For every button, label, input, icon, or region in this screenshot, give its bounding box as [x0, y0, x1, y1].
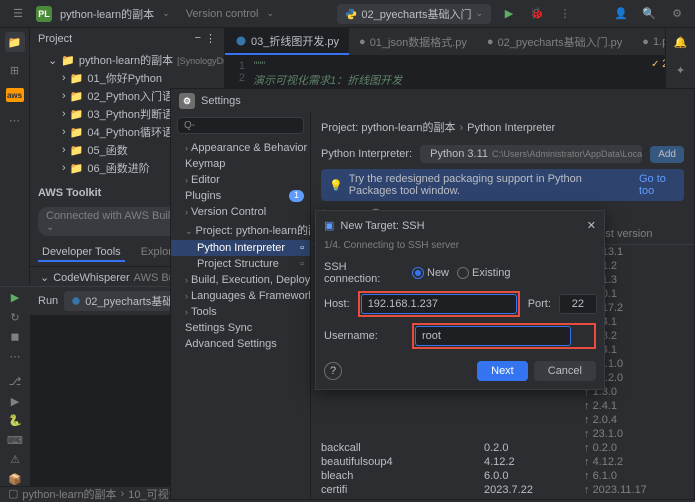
- host-label: Host:: [324, 298, 350, 310]
- editor-tab[interactable]: 03_折线图开发.py: [225, 28, 349, 55]
- problems-icon[interactable]: ⚠: [5, 453, 25, 467]
- lightbulb-icon: 💡: [329, 179, 343, 192]
- username-label: Username:: [324, 330, 404, 342]
- host-input[interactable]: [361, 294, 517, 314]
- more-icon[interactable]: ⋮: [555, 4, 575, 24]
- tree-root[interactable]: ⌄📁python-learn的副本[SynologyDrive\练习: [30, 51, 224, 69]
- cancel-button[interactable]: Cancel: [534, 361, 596, 381]
- package-row[interactable]: certifi2023.7.222023.11.17: [311, 483, 694, 497]
- port-input[interactable]: [559, 294, 597, 314]
- settings-tree-panel: Q- ›Appearance & Behavior Keymap ›Editor…: [171, 113, 311, 499]
- radio-new[interactable]: New: [412, 267, 449, 279]
- run-icon[interactable]: ▶: [5, 291, 25, 305]
- tree-folder[interactable]: ›📁01_你好Python: [30, 69, 224, 87]
- settings-title: Settings: [201, 95, 241, 107]
- settings-item[interactable]: Settings Sync: [171, 320, 310, 336]
- structure-icon[interactable]: ⊞: [5, 60, 25, 80]
- settings-item[interactable]: ›Build, Execution, Deployment: [171, 272, 310, 288]
- settings-item[interactable]: Keymap: [171, 156, 310, 172]
- git-icon[interactable]: ⎇: [5, 375, 25, 389]
- python-console-icon[interactable]: 🐍: [5, 414, 25, 428]
- package-row[interactable]: cffi1.15.11.16.0: [311, 497, 694, 499]
- settings-item[interactable]: ›Editor: [171, 172, 310, 188]
- run-button[interactable]: ▶: [499, 4, 519, 24]
- python-icon: [345, 8, 357, 20]
- debug-button[interactable]: 🐞: [527, 4, 547, 24]
- ssh-target-dialog: ▣ New Target: SSH ✕ 1/4. Connecting to S…: [315, 210, 605, 390]
- settings-item[interactable]: ⌄Project: python-learn的副本 ▫: [171, 220, 310, 240]
- chevron-down-icon[interactable]: ⌄: [266, 8, 274, 19]
- sidebar-title: Project: [38, 33, 72, 45]
- add-user-icon[interactable]: 👤: [611, 4, 631, 24]
- settings-search[interactable]: Q-: [177, 117, 304, 134]
- settings-icon: ⚙: [179, 93, 195, 109]
- package-row[interactable]: bleach6.0.06.1.0: [311, 469, 694, 483]
- ssh-icon: ▣: [324, 219, 334, 232]
- breadcrumb: Project: python-learn的副本›Python Interpre…: [311, 113, 694, 141]
- username-input[interactable]: [415, 326, 571, 346]
- editor-tab[interactable]: ●02_pyecharts基础入门.py: [477, 28, 632, 55]
- dots-icon[interactable]: ⋯: [5, 350, 25, 364]
- interpreter-select[interactable]: Python 3.11 C:\Users\Administrator\AppDa…: [420, 145, 642, 163]
- run-label: Run: [38, 295, 58, 307]
- tip-link[interactable]: Go to too: [639, 173, 676, 197]
- radio-existing[interactable]: Existing: [457, 267, 511, 279]
- run-config-selector[interactable]: 02_pyecharts基础入门 ⌄: [337, 4, 491, 24]
- status-path[interactable]: python-learn的副本: [22, 486, 116, 502]
- package-row[interactable]: 2.0.4: [311, 413, 694, 427]
- collapse-icon[interactable]: −: [195, 32, 201, 45]
- ssh-connection-label: SSH connection:: [324, 261, 404, 285]
- editor-tab[interactable]: ●01_json数据格式.py: [349, 28, 477, 55]
- titlebar: ☰ PL python-learn的副本 ⌄ Version control ⌄…: [0, 0, 695, 28]
- close-icon[interactable]: ✕: [587, 219, 596, 232]
- dots-icon[interactable]: ⋯: [5, 110, 25, 130]
- package-row[interactable]: 2.4.1: [311, 399, 694, 413]
- stop-icon[interactable]: ◼: [5, 330, 25, 344]
- notifications-icon[interactable]: 🔔: [671, 32, 691, 52]
- package-row[interactable]: beautifulsoup44.12.24.12.2: [311, 455, 694, 469]
- chevron-down-icon[interactable]: ⌄: [162, 8, 170, 19]
- settings-item[interactable]: ›Languages & Frameworks: [171, 288, 310, 304]
- settings-item[interactable]: Advanced Settings: [171, 336, 310, 352]
- ssh-title: New Target: SSH: [340, 220, 424, 232]
- search-icon[interactable]: 🔍: [639, 4, 659, 24]
- project-name[interactable]: python-learn的副本: [60, 6, 154, 22]
- package-row[interactable]: backcall0.2.00.2.0: [311, 441, 694, 455]
- help-icon[interactable]: ?: [324, 362, 342, 380]
- package-icon[interactable]: 📦: [5, 473, 25, 487]
- tip-banner: 💡 Try the redesigned packaging support i…: [321, 169, 684, 201]
- terminal-icon[interactable]: ⌨: [5, 434, 25, 448]
- package-row[interactable]: 23.1.0: [311, 427, 694, 441]
- settings-item-python-interpreter[interactable]: Python Interpreter ▫: [171, 240, 310, 256]
- add-interpreter-button[interactable]: Add: [650, 146, 684, 163]
- menu-icon[interactable]: ☰: [8, 4, 28, 24]
- ssh-step: 1/4. Connecting to SSH server: [324, 240, 596, 251]
- gear-icon[interactable]: ⚙: [667, 4, 687, 24]
- settings-item[interactable]: ›Tools: [171, 304, 310, 320]
- rerun-icon[interactable]: ↻: [5, 311, 25, 325]
- interpreter-label: Python Interpreter:: [321, 148, 412, 160]
- settings-item[interactable]: Plugins1: [171, 188, 310, 204]
- settings-item[interactable]: ›Version Control: [171, 204, 310, 220]
- project-badge: PL: [36, 6, 52, 22]
- tab-developer-tools[interactable]: Developer Tools: [38, 244, 125, 262]
- aws-icon[interactable]: aws: [6, 88, 24, 102]
- more-icon[interactable]: ⋮: [205, 32, 216, 45]
- settings-item[interactable]: Project Structure ▫: [171, 256, 310, 272]
- run-tool-icon[interactable]: ▶: [5, 395, 25, 409]
- ai-icon[interactable]: ✦: [671, 60, 691, 80]
- project-tool-icon[interactable]: 📁: [5, 32, 25, 52]
- editor-tabs: 03_折线图开发.py ●01_json数据格式.py ●02_pyechart…: [225, 28, 695, 56]
- settings-item[interactable]: ›Appearance & Behavior: [171, 140, 310, 156]
- next-button[interactable]: Next: [477, 361, 528, 381]
- version-control-menu[interactable]: Version control: [186, 8, 259, 20]
- port-label: Port:: [528, 298, 551, 310]
